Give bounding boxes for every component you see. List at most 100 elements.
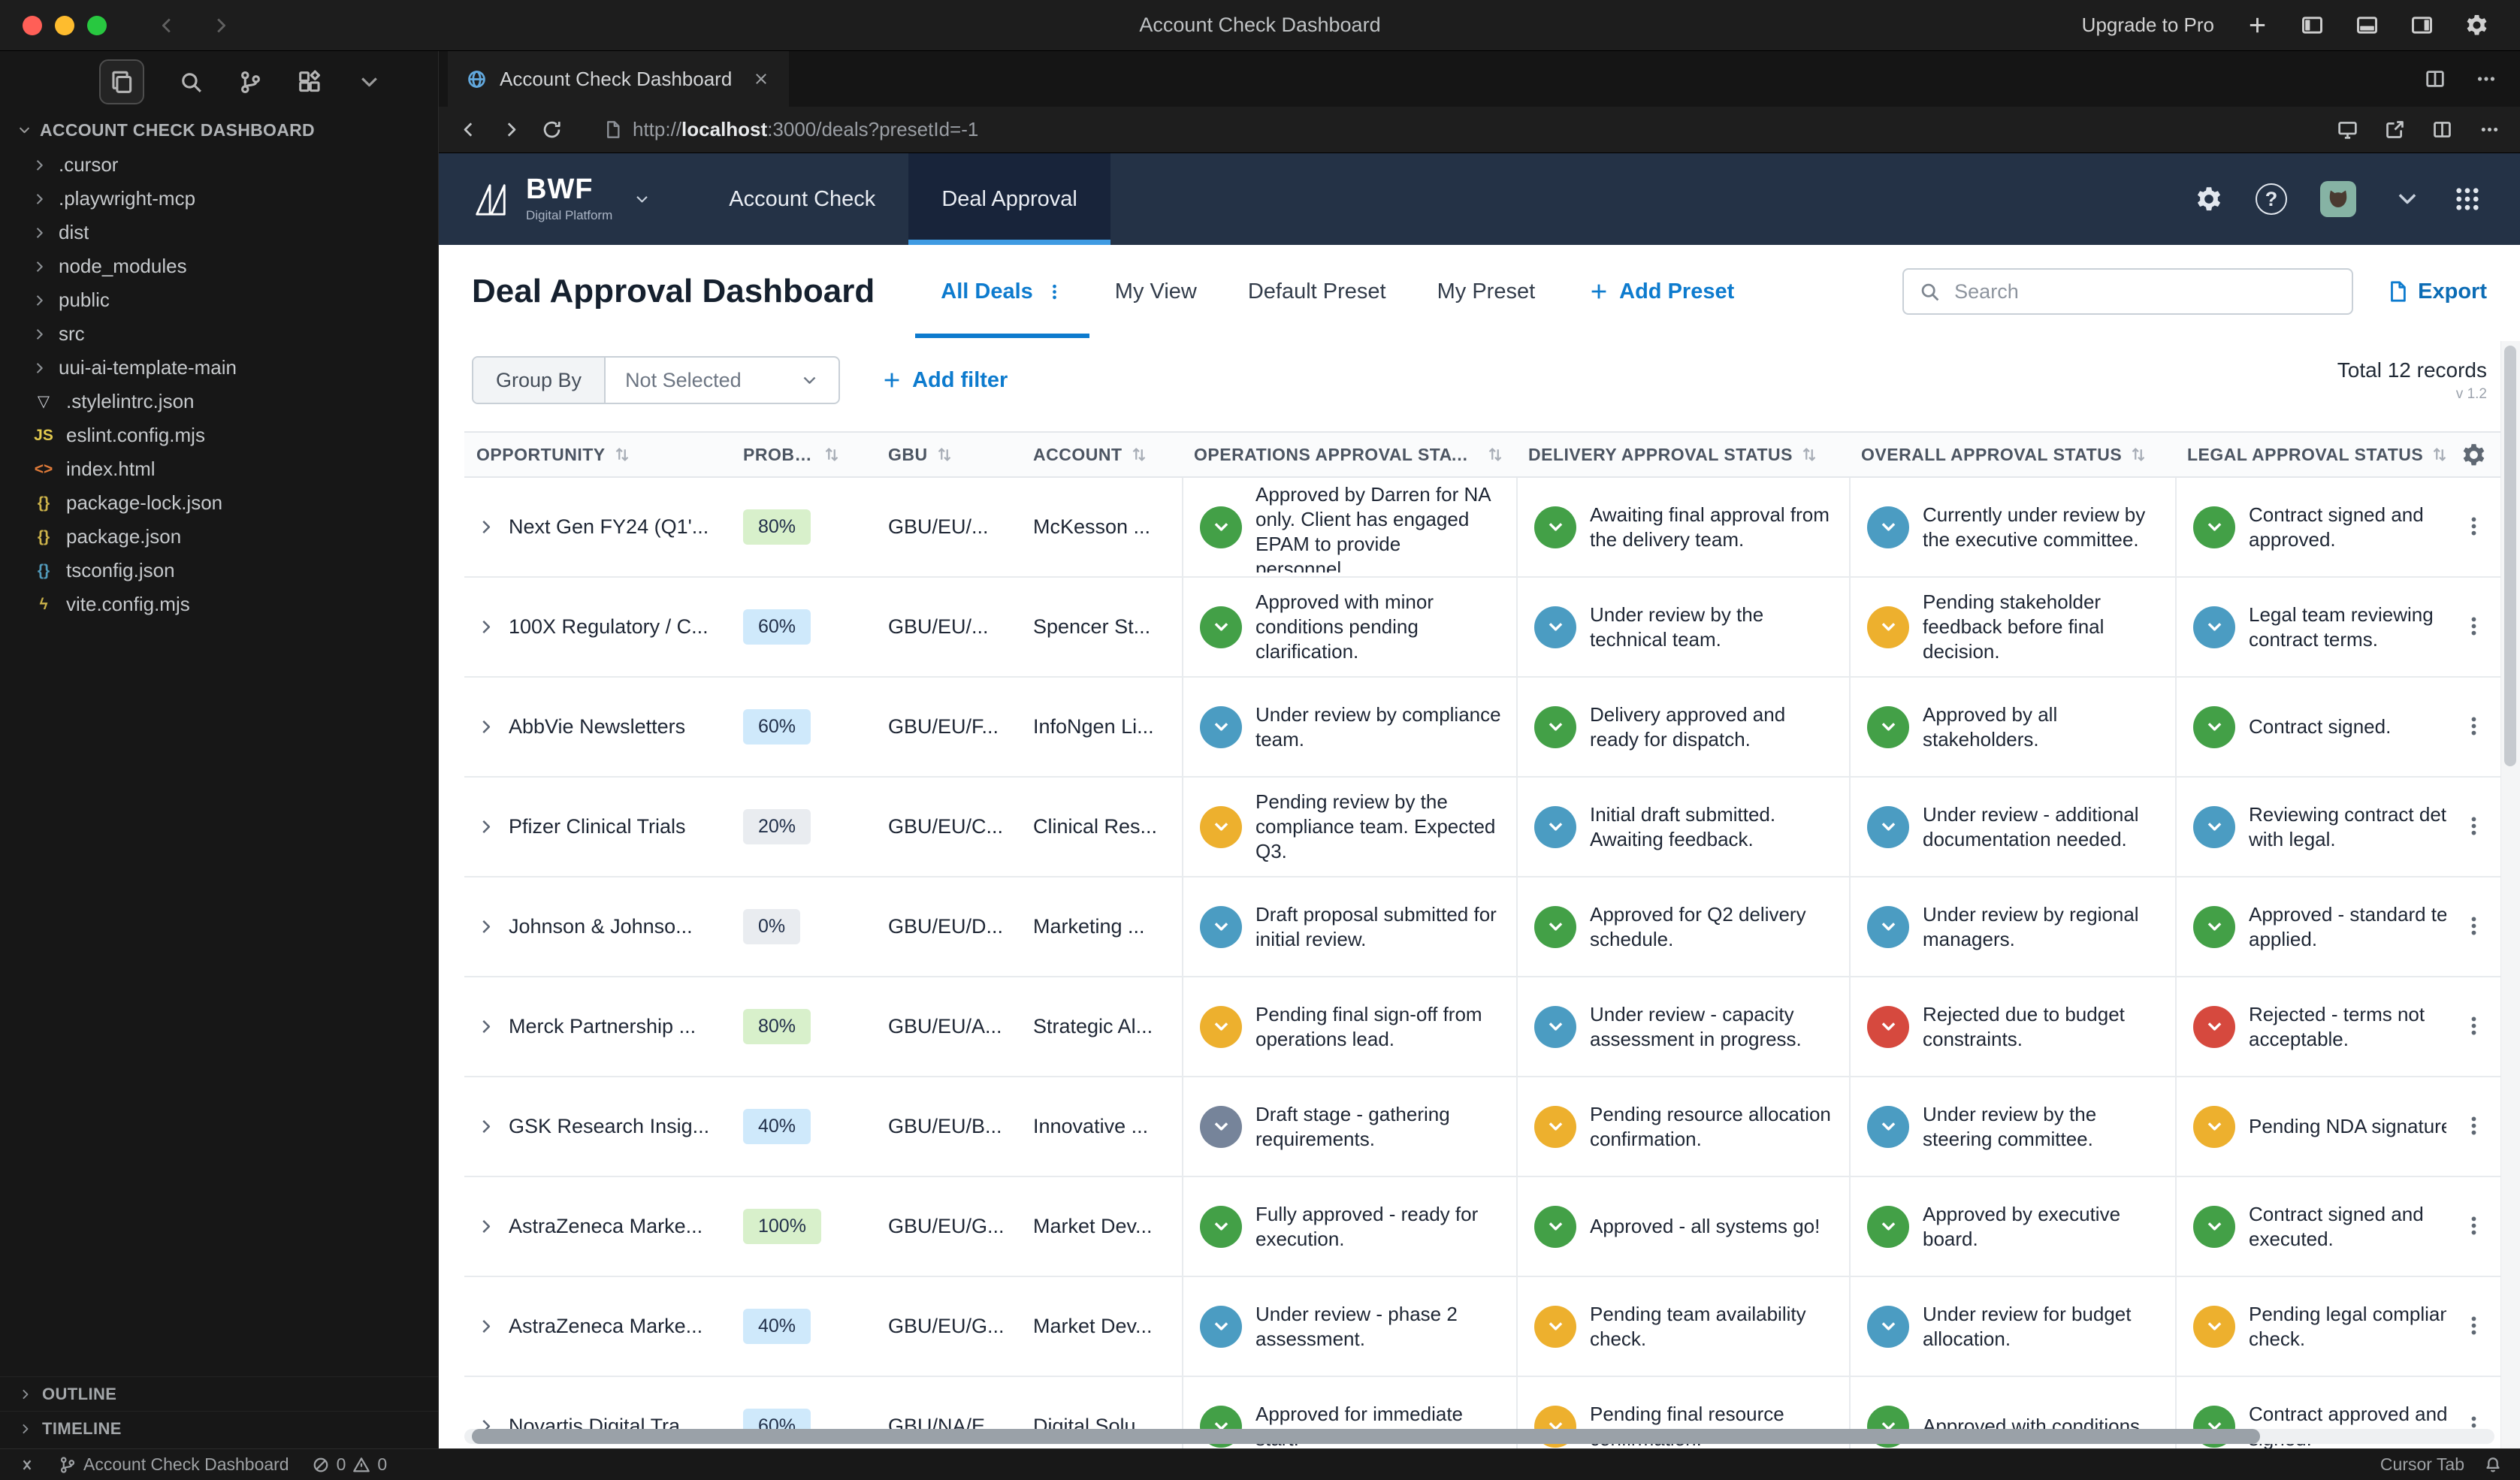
nav-item-deal-approval[interactable]: Deal Approval xyxy=(908,153,1110,245)
column-header-opportunity[interactable]: OPPORTUNITY xyxy=(464,433,731,476)
editor-tab[interactable]: Account Check Dashboard xyxy=(448,51,790,107)
help-icon[interactable] xyxy=(2256,183,2287,215)
history-forward-icon[interactable] xyxy=(209,14,231,37)
new-window-icon[interactable] xyxy=(2246,14,2269,37)
nav-item-account-check[interactable]: Account Check xyxy=(696,153,908,245)
column-header-operations-approval-status[interactable]: OPERATIONS APPROVAL STATUS xyxy=(1182,433,1516,476)
close-window-button[interactable] xyxy=(23,15,42,35)
more-views-chevron-icon[interactable] xyxy=(357,70,382,95)
toggle-panel-bottom-icon[interactable] xyxy=(2355,14,2379,37)
search-box[interactable] xyxy=(1902,268,2354,315)
file-item-index-html[interactable]: <> index.html xyxy=(0,452,438,486)
browser-back-icon[interactable] xyxy=(458,119,480,140)
account-chevron-icon[interactable] xyxy=(2394,186,2421,213)
file-item-vite-config-mjs[interactable]: ϟ vite.config.mjs xyxy=(0,587,438,621)
tab-my-view[interactable]: My View xyxy=(1089,245,1222,338)
status-dropdown[interactable] xyxy=(1534,606,1576,648)
search-view-icon[interactable] xyxy=(179,70,204,95)
toggle-panel-right-icon[interactable] xyxy=(2410,14,2434,37)
add-filter-button[interactable]: Add filter xyxy=(881,368,1008,393)
folder-item-cursor[interactable]: .cursor xyxy=(0,148,438,182)
browser-forward-icon[interactable] xyxy=(500,119,521,140)
column-header-gbu[interactable]: GBU xyxy=(876,433,1021,476)
extensions-icon[interactable] xyxy=(298,70,322,95)
status-dropdown[interactable] xyxy=(2193,705,2235,748)
column-header-account[interactable]: ACCOUNT xyxy=(1021,433,1182,476)
file-item-eslint-config-mjs[interactable]: JS eslint.config.mjs xyxy=(0,418,438,452)
avatar[interactable] xyxy=(2320,181,2356,217)
folder-item-uui-ai-template-main[interactable]: uui-ai-template-main xyxy=(0,351,438,385)
status-dropdown[interactable] xyxy=(1200,606,1242,648)
status-dropdown[interactable] xyxy=(1534,905,1576,948)
opportunity-cell[interactable]: AbbVie Newsletters xyxy=(464,678,731,776)
horizontal-scroll-thumb[interactable] xyxy=(472,1429,2260,1444)
cursor-tab-toggle[interactable]: Cursor Tab xyxy=(2380,1454,2464,1475)
apps-grid-icon[interactable] xyxy=(2454,186,2481,213)
status-dropdown[interactable] xyxy=(2193,606,2235,648)
row-menu-button[interactable] xyxy=(2446,578,2500,675)
opportunity-cell[interactable]: Pfizer Clinical Trials xyxy=(464,778,731,876)
file-item-package-json[interactable]: {} package.json xyxy=(0,520,438,554)
file-item-tsconfig-json[interactable]: {} tsconfig.json xyxy=(0,554,438,587)
tab-menu-icon[interactable] xyxy=(1045,282,1064,301)
vertical-scroll-thumb[interactable] xyxy=(2504,346,2516,766)
status-dropdown[interactable] xyxy=(2193,506,2235,548)
column-header-overall-approval-status[interactable]: OVERALL APPROVAL STATUS xyxy=(1849,433,2175,476)
status-dropdown[interactable] xyxy=(1534,1305,1576,1348)
browser-reload-icon[interactable] xyxy=(541,119,563,140)
settings-gear-icon[interactable] xyxy=(2465,14,2488,37)
group-by-select[interactable]: Not Selected xyxy=(606,358,838,403)
status-dropdown[interactable] xyxy=(1200,1105,1242,1148)
close-tab-icon[interactable] xyxy=(753,71,769,87)
app-settings-gear-icon[interactable] xyxy=(2195,186,2222,213)
status-dropdown[interactable] xyxy=(2193,1105,2235,1148)
source-control-icon[interactable] xyxy=(238,70,263,95)
status-dropdown[interactable] xyxy=(1867,905,1909,948)
split-editor-icon[interactable] xyxy=(2424,68,2446,90)
opportunity-cell[interactable]: Next Gen FY24 (Q1'... xyxy=(464,478,731,576)
vertical-scrollbar[interactable] xyxy=(2500,341,2520,1448)
status-dropdown[interactable] xyxy=(1534,1105,1576,1148)
add-preset-button[interactable]: Add Preset xyxy=(1588,279,1734,304)
status-dropdown[interactable] xyxy=(1867,606,1909,648)
status-dropdown[interactable] xyxy=(1534,705,1576,748)
status-dropdown[interactable] xyxy=(2193,1205,2235,1248)
expand-row-icon[interactable] xyxy=(476,917,497,937)
upgrade-to-pro-link[interactable]: Upgrade to Pro xyxy=(2082,14,2214,37)
split-view-icon[interactable] xyxy=(2431,119,2453,140)
status-dropdown[interactable] xyxy=(1200,805,1242,848)
opportunity-cell[interactable]: GSK Research Insig... xyxy=(464,1077,731,1176)
remote-indicator[interactable] xyxy=(18,1456,36,1474)
row-menu-button[interactable] xyxy=(2446,877,2500,974)
status-dropdown[interactable] xyxy=(1867,1105,1909,1148)
opportunity-cell[interactable]: Johnson & Johnso... xyxy=(464,877,731,976)
tab-all-deals[interactable]: All Deals xyxy=(915,245,1089,338)
expand-row-icon[interactable] xyxy=(476,717,497,737)
zoom-window-button[interactable] xyxy=(87,15,107,35)
status-dropdown[interactable] xyxy=(1200,905,1242,948)
status-dropdown[interactable] xyxy=(1200,705,1242,748)
table-settings-button[interactable] xyxy=(2446,433,2500,476)
row-menu-button[interactable] xyxy=(2446,1077,2500,1174)
search-input[interactable] xyxy=(1953,279,2337,304)
expand-row-icon[interactable] xyxy=(476,617,497,637)
folder-item-playwright-mcp[interactable]: .playwright-mcp xyxy=(0,182,438,216)
section-timeline[interactable]: TIMELINE xyxy=(0,1411,438,1445)
browser-more-icon[interactable] xyxy=(2479,119,2500,140)
row-menu-button[interactable] xyxy=(2446,1277,2500,1374)
status-dropdown[interactable] xyxy=(1200,1205,1242,1248)
notifications-bell-icon[interactable] xyxy=(2484,1456,2502,1474)
open-external-icon[interactable] xyxy=(2384,119,2406,140)
expand-row-icon[interactable] xyxy=(476,517,497,537)
project-root-row[interactable]: ACCOUNT CHECK DASHBOARD xyxy=(0,113,438,148)
status-dropdown[interactable] xyxy=(1200,506,1242,548)
expand-row-icon[interactable] xyxy=(476,1016,497,1037)
row-menu-button[interactable] xyxy=(2446,1177,2500,1274)
expand-row-icon[interactable] xyxy=(476,817,497,837)
file-item-package-lock-json[interactable]: {} package-lock.json xyxy=(0,486,438,520)
brand-chevron-icon[interactable] xyxy=(633,191,651,208)
status-dropdown[interactable] xyxy=(1200,1005,1242,1048)
export-button[interactable]: Export xyxy=(2386,279,2487,304)
folder-item-src[interactable]: src xyxy=(0,317,438,351)
status-dropdown[interactable] xyxy=(1867,805,1909,848)
